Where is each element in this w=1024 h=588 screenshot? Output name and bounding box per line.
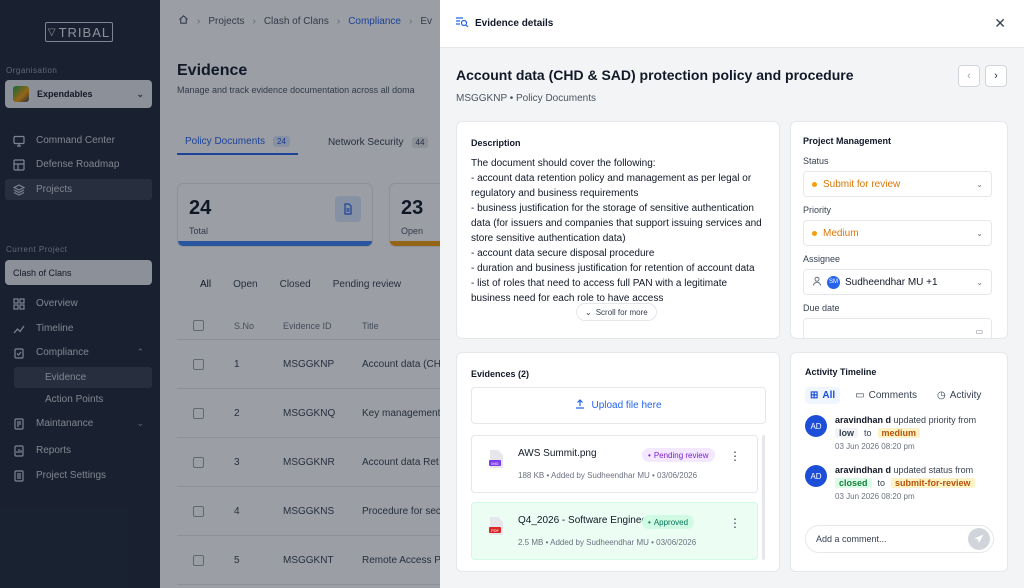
to-tag: submit-for-review <box>891 478 975 488</box>
chevron-down-icon: ⌄ <box>976 277 983 287</box>
priority-dot <box>812 230 817 236</box>
evidences-card: Evidences (2) Upload file here IMG AWS S… <box>456 352 780 572</box>
comment-placeholder: Add a comment... <box>816 534 887 544</box>
description-heading: Description <box>471 138 521 148</box>
from-tag: closed <box>835 478 872 488</box>
comment-input[interactable]: Add a comment... <box>805 525 994 553</box>
more-vertical-icon[interactable]: ⋮ <box>729 449 741 463</box>
activity-user: aravindhan d <box>835 465 892 475</box>
to-word: to <box>864 428 872 438</box>
status-select[interactable]: Submit for review ⌄ <box>803 171 992 197</box>
description-line: - duration and business justification fo… <box>471 263 755 274</box>
to-tag: medium <box>877 428 921 438</box>
file-name: Q4_2026 - Software Enginee... <box>518 515 656 526</box>
comment-icon: ▭ <box>855 390 865 401</box>
files-scrollbar[interactable] <box>762 435 765 560</box>
description-text[interactable]: The document should cover the following:… <box>471 156 771 306</box>
priority-value: Medium <box>823 227 859 239</box>
status-dot <box>812 181 817 187</box>
due-date-input[interactable]: ▭ <box>803 318 992 338</box>
description-line: data (for issuers and companies that sup… <box>471 218 762 229</box>
evidences-heading: Evidences (2) <box>471 369 530 379</box>
chevron-down-icon: ⌄ <box>976 228 983 238</box>
filter-comments-tab[interactable]: ▭ Comments <box>850 387 922 404</box>
drawer-title: Evidence details <box>475 18 554 29</box>
status-label: Status <box>803 156 829 166</box>
close-icon[interactable]: ✕ <box>994 15 1006 32</box>
svg-text:PDF: PDF <box>491 528 500 533</box>
status-badge: • Pending review <box>642 448 715 462</box>
description-line: The document should cover the following: <box>471 158 656 169</box>
upload-icon <box>575 399 585 412</box>
calendar-icon: ▭ <box>975 326 983 336</box>
assignee-select[interactable]: SM Sudheendhar MU +1 ⌄ <box>803 269 992 295</box>
drawer-header: Evidence details ✕ <box>440 0 1024 48</box>
dot-icon: • <box>648 450 651 460</box>
activity-action: updated priority from <box>893 415 977 425</box>
grid-icon: ⊞ <box>810 390 819 401</box>
history-icon: ◷ <box>936 390 946 401</box>
svg-text:IMG: IMG <box>491 461 499 466</box>
assignee-value: Sudheendhar MU +1 <box>845 276 938 288</box>
activity-filters: ⊞ All ▭ Comments ◷ Activity <box>805 387 986 404</box>
file-meta: 188 KB • Added by Sudheendhar MU • 03/06… <box>518 471 698 480</box>
description-line: - list of roles that need to access full… <box>471 278 728 289</box>
activity-time: 03 Jun 2026 08:20 pm <box>835 492 915 501</box>
project-management-heading: Project Management <box>803 136 892 146</box>
user-icon <box>812 276 822 289</box>
description-line: regulatory and business requirements <box>471 188 639 199</box>
due-date-label: Due date <box>803 303 840 313</box>
status-value: Submit for review <box>823 178 901 190</box>
status-badge: • Approved <box>642 515 695 529</box>
chevron-down-icon: ⌄ <box>976 179 983 189</box>
evidence-subtitle: MSGGKNP • Policy Documents <box>456 93 597 104</box>
activity-action: updated status from <box>893 465 974 475</box>
avatar: AD <box>805 415 827 437</box>
activity-timeline-card: Activity Timeline ⊞ All ▭ Comments ◷ Activi… <box>790 352 1008 572</box>
pdf-file-icon: PDF <box>489 517 503 535</box>
more-vertical-icon[interactable]: ⋮ <box>729 516 741 530</box>
upload-label: Upload file here <box>591 400 662 411</box>
priority-select[interactable]: Medium ⌄ <box>803 220 992 246</box>
next-button[interactable]: › <box>985 65 1007 87</box>
assignee-label: Assignee <box>803 254 841 264</box>
description-card: Description The document should cover th… <box>456 121 780 339</box>
scroll-for-more-button[interactable]: ⌄ Scroll for more <box>576 303 657 321</box>
modal-backdrop[interactable] <box>0 0 440 588</box>
document-search-icon <box>455 16 469 31</box>
activity-user: aravindhan d <box>835 415 892 425</box>
avatar: AD <box>805 465 827 487</box>
file-meta: 2.5 MB • Added by Sudheendhar MU • 03/06… <box>518 538 697 547</box>
assignee-avatar: SM <box>827 275 840 289</box>
description-line: - business justification for the storage… <box>471 203 754 214</box>
chevron-right-icon: › <box>994 70 998 82</box>
chevron-left-icon: ‹ <box>967 70 971 82</box>
send-icon[interactable] <box>968 528 990 550</box>
evidence-file-item[interactable]: PDF Q4_2026 - Software Enginee... • Appro… <box>471 502 758 560</box>
activity-time: 03 Jun 2026 08:20 pm <box>835 442 915 451</box>
activity-heading: Activity Timeline <box>805 367 877 377</box>
from-tag: low <box>835 428 858 438</box>
project-management-card: Project Management Status Submit for rev… <box>790 121 1008 339</box>
evidence-details-drawer: Evidence details ✕ Account data (CHD & S… <box>440 0 1024 588</box>
dot-icon: • <box>648 517 651 527</box>
filter-activity-tab[interactable]: ◷ Activity <box>932 387 986 404</box>
to-word: to <box>877 478 886 488</box>
chevron-down-icon: ⌄ <box>585 307 592 317</box>
upload-file-button[interactable]: Upload file here <box>471 387 766 424</box>
description-line: store sensitive authentication data) <box>471 233 626 244</box>
description-line: - account data secure disposal procedure <box>471 248 655 259</box>
previous-button[interactable]: ‹ <box>958 65 980 87</box>
file-name: AWS Summit.png <box>518 448 597 459</box>
evidence-title: Account data (CHD & SAD) protection poli… <box>456 67 854 83</box>
priority-label: Priority <box>803 205 832 215</box>
scroll-more-label: Scroll for more <box>595 307 648 317</box>
evidence-file-item[interactable]: IMG AWS Summit.png • Pending review 188 K… <box>471 435 758 493</box>
description-line: - account data retention policy and mana… <box>471 173 752 184</box>
filter-all-tab[interactable]: ⊞ All <box>805 387 841 404</box>
image-file-icon: IMG <box>489 450 503 468</box>
